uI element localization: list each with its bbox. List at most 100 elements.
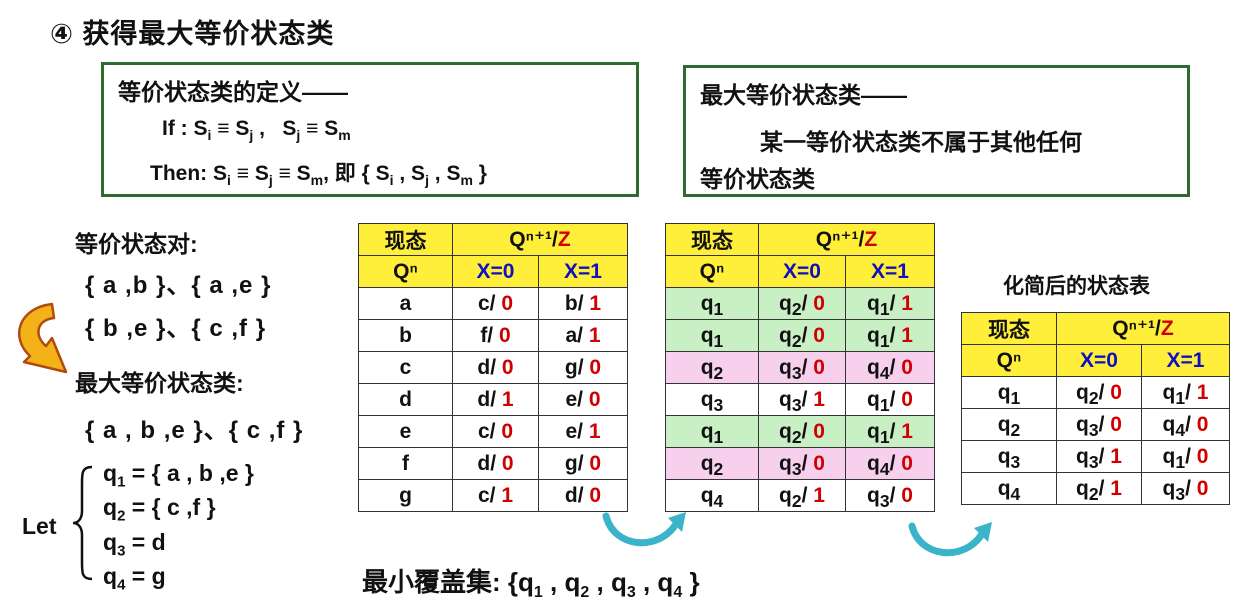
cell-state: q4 <box>961 472 1057 505</box>
max-equivalence-class-box: 最大等价状态类—— 某一等价状态类不属于其他任何 等价状态类 <box>683 65 1190 197</box>
cell-next-x0: q3/ 1 <box>758 383 846 416</box>
table-row: c d/ 0 g/ 0 <box>358 351 628 384</box>
renamed-state-table: 现态 Qⁿ⁺¹/Z Qⁿ X=0 X=1 q1 q2/ 0 q1/ 1 q1 q2/ 0 q1/ 1… <box>665 223 935 512</box>
table-row: q3 q3/ 1 q1/ 0 <box>961 440 1230 473</box>
curve-arrow-1-icon <box>602 512 686 547</box>
let-item-q1: q1 = { a , b ,e } <box>103 460 254 491</box>
cell-state: q3 <box>665 383 759 416</box>
cell-next-x1: e/ 0 <box>538 383 628 416</box>
cell-next-x0: c/ 1 <box>452 479 539 512</box>
table-row: d d/ 1 e/ 0 <box>358 383 628 416</box>
cell-state: q4 <box>665 479 759 512</box>
original-state-table: 现态 Qⁿ⁺¹/Z Qⁿ X=0 X=1 a c/ 0 b/ 1 b f/ 0 a/ 1 c d/ 0g… <box>358 223 628 512</box>
cell-state: q1 <box>665 415 759 448</box>
cell-next-x1: q1/ 1 <box>845 319 935 352</box>
header-x1: X=1 <box>845 255 935 288</box>
cell-next-x1: q4/ 0 <box>845 447 935 480</box>
cell-state: q2 <box>665 351 759 384</box>
header-x1: X=1 <box>1141 344 1230 377</box>
table-row: q4 q2/ 1 q3/ 0 <box>665 479 935 512</box>
let-item-q4: q4 = g <box>103 563 166 594</box>
cell-next-x0: d/ 0 <box>452 351 539 384</box>
cell-next-x1: g/ 0 <box>538 447 628 480</box>
cell-next-x0: q3/ 0 <box>1056 408 1142 441</box>
header-x1: X=1 <box>538 255 628 288</box>
header-next-state: Qⁿ⁺¹/Z <box>1056 312 1230 345</box>
header-qn: Qⁿ <box>961 344 1057 377</box>
header-next-state: Qⁿ⁺¹/Z <box>758 223 935 256</box>
cell-next-x1: g/ 0 <box>538 351 628 384</box>
cell-next-x0: d/ 1 <box>452 383 539 416</box>
minimum-cover-value: {q1 , q2 , q3 , q4 } <box>507 567 700 601</box>
cell-state: e <box>358 415 453 448</box>
cell-next-x0: q2/ 0 <box>758 319 846 352</box>
equivalent-pairs-line-2: { b ,e }、{ c ,f } <box>85 315 267 342</box>
equivalence-class-definition-box: 等价状态类的定义—— If : Si ≡ Sj , Sj ≡ Sm Then: … <box>101 62 639 197</box>
if-formula: Si ≡ Sj , Sj ≡ Sm <box>193 117 351 144</box>
cell-next-x0: q2/ 1 <box>758 479 846 512</box>
cell-next-x1: q1/ 0 <box>845 383 935 416</box>
cell-state: q1 <box>961 376 1057 409</box>
let-item-q2: q2 = { c ,f } <box>103 494 216 525</box>
cell-state: q1 <box>665 287 759 320</box>
cell-state: g <box>358 479 453 512</box>
table-row: g c/ 1 d/ 0 <box>358 479 628 512</box>
cell-next-x1: q1/ 1 <box>845 415 935 448</box>
header-current-state: 现态 <box>961 312 1057 345</box>
table-row: q2 q3/ 0 q4/ 0 <box>665 447 935 480</box>
cell-state: a <box>358 287 453 320</box>
brace-icon <box>72 465 93 581</box>
then-formula: Si ≡ Sj ≡ Sm, 即 { Si , Sj , Sm } <box>213 162 487 189</box>
max-class-result: { a , b ,e }、{ c ,f } <box>85 417 304 444</box>
header-x0: X=0 <box>1056 344 1142 377</box>
minimum-cover-label: 最小覆盖集: <box>362 567 501 597</box>
let-label: Let <box>22 513 57 539</box>
minimum-cover-set: 最小覆盖集: {q1 , q2 , q3 , q4 } <box>362 562 700 601</box>
cell-next-x0: q3/ 1 <box>1056 440 1142 473</box>
if-label: If : <box>162 117 188 140</box>
cell-next-x0: q2/ 0 <box>1056 376 1142 409</box>
cell-state: q2 <box>665 447 759 480</box>
cell-state: b <box>358 319 453 352</box>
cell-next-x0: q2/ 1 <box>1056 472 1142 505</box>
cell-next-x1: q1/ 1 <box>1141 376 1230 409</box>
cell-next-x1: q3/ 0 <box>845 479 935 512</box>
cell-next-x0: q3/ 0 <box>758 447 846 480</box>
definition-heading: 等价状态类的定义—— <box>118 79 348 105</box>
cell-state: q2 <box>961 408 1057 441</box>
cell-next-x1: d/ 0 <box>538 479 628 512</box>
cell-next-x1: q3/ 0 <box>1141 472 1230 505</box>
table-row: q1 q2/ 0 q1/ 1 <box>665 319 935 352</box>
if-line: If : Si ≡ Sj , Sj ≡ Sm <box>162 117 351 144</box>
header-x0: X=0 <box>758 255 846 288</box>
cell-next-x1: b/ 1 <box>538 287 628 320</box>
reduced-state-table: 现态 Qⁿ⁺¹/Z Qⁿ X=0 X=1 q1 q2/ 0 q1/ 1 q2 q3/ 0 q4/ 0… <box>961 312 1230 505</box>
table-row: q2 q3/ 0 q4/ 0 <box>665 351 935 384</box>
then-line: Then: Si ≡ Sj ≡ Sm, 即 { Si , Sj , Sm } <box>150 157 487 187</box>
cell-state: f <box>358 447 453 480</box>
cell-next-x1: q4/ 0 <box>1141 408 1230 441</box>
max-class-heading: 最大等价状态类—— <box>700 82 907 108</box>
header-current-state: 现态 <box>358 223 453 256</box>
cell-next-x0: c/ 0 <box>452 287 539 320</box>
max-class-line-2: 等价状态类 <box>700 166 815 192</box>
header-qn: Qⁿ <box>358 255 453 288</box>
curved-arrow-icon <box>18 302 68 374</box>
cell-next-x0: f/ 0 <box>452 319 539 352</box>
cell-state: d <box>358 383 453 416</box>
cell-state: q1 <box>665 319 759 352</box>
table-row: q2 q3/ 0 q4/ 0 <box>961 408 1230 441</box>
cell-next-x0: d/ 0 <box>452 447 539 480</box>
cell-next-x1: q1/ 1 <box>845 287 935 320</box>
then-label: Then: <box>150 162 208 185</box>
max-class-label: 最大等价状态类: <box>75 370 244 396</box>
equivalent-pairs-line-1: { a ,b }、{ a ,e } <box>85 272 272 299</box>
table-row: q4 q2/ 1 q3/ 0 <box>961 472 1230 505</box>
header-next-state: Qⁿ⁺¹/Z <box>452 223 628 256</box>
table-row: e c/ 0 e/ 1 <box>358 415 628 448</box>
table-row: a c/ 0 b/ 1 <box>358 287 628 320</box>
cell-next-x1: a/ 1 <box>538 319 628 352</box>
cell-next-x1: q4/ 0 <box>845 351 935 384</box>
table-row: q3 q3/ 1 q1/ 0 <box>665 383 935 416</box>
table-row: f d/ 0 g/ 0 <box>358 447 628 480</box>
